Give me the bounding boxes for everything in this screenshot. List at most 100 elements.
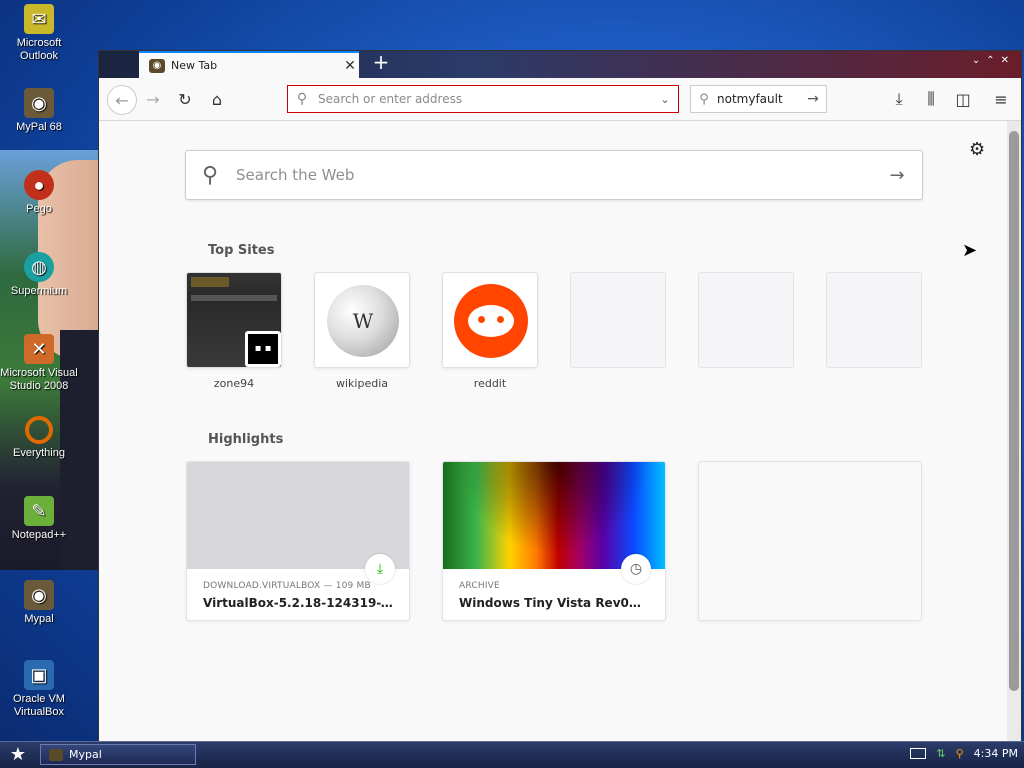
highlight-card-virtualbox[interactable]: ⤓ DOWNLOAD.VIRTUALBOX — 109 MB VirtualBo… [186,461,410,621]
back-button[interactable]: ← [107,85,137,115]
desktop-icon-mypal68[interactable]: ◉ MyPal 68 [0,88,78,134]
empty-tile [570,272,666,368]
menu-button[interactable]: ≡ [989,87,1013,111]
forward-button[interactable]: → [141,87,165,111]
desktop-icon-notepadpp[interactable]: ✎ Notepad++ [0,496,78,542]
desktop-icon-everything[interactable]: Everything [0,416,78,460]
desktop-icon-virtualbox[interactable]: ▣ Oracle VM VirtualBox [0,660,78,719]
home-button[interactable]: ⌂ [205,87,229,111]
mouse-cursor-icon: ➤ [962,240,978,261]
virtualbox-icon: ▣ [24,660,54,690]
tab-new-tab[interactable]: ◉ New Tab ✕ [139,51,359,78]
top-site-empty [826,272,922,368]
close-window-icon[interactable]: ✕ [1001,55,1015,66]
top-site-zone94[interactable]: ▪ ▪ zone94 [186,272,282,390]
top-site-reddit[interactable]: reddit [442,272,538,390]
desktop-icon-label: Oracle VM VirtualBox [13,693,65,718]
desktop-icon-label: Pego [26,203,52,215]
top-site-label: reddit [473,377,507,390]
taskbar-button-mypal[interactable]: Mypal [40,744,196,765]
search-bar[interactable]: ⚲ notmyfault → [690,85,827,113]
card-title: Windows Tiny Vista Rev02 : eXP... [459,596,649,610]
card-context: ARCHIVE [459,581,500,591]
close-tab-icon[interactable]: ✕ [341,58,359,74]
mypal-icon: ◉ [24,580,54,610]
highlights-title: Highlights [208,432,284,447]
downloads-button[interactable]: ⤓ [887,87,911,111]
scrollbar-thumb[interactable] [1009,131,1019,691]
url-input[interactable] [316,91,652,107]
desktop-icon-outlook[interactable]: ✉ Microsoft Outlook [0,4,78,63]
mypal-icon [49,748,63,761]
supermium-icon: ◍ [24,252,54,282]
desktop-icon-label: Mypal [24,613,54,625]
mypal-icon: ◉ [24,88,54,118]
desktop-icon-mypal[interactable]: ◉ Mypal [0,580,78,626]
desktop-icon-supermium[interactable]: ◍ Supermium [0,252,78,298]
desktop-icon-label: Supermium [10,285,68,297]
reddit-logo-icon [454,284,528,358]
network-icon[interactable]: ⇅ [936,747,945,760]
chevron-down-icon[interactable]: ⌄ [652,93,678,106]
web-search-box: ⚲ → [185,150,923,200]
desktop-icon-visual-studio[interactable]: ✕ Microsoft Visual Studio 2008 [0,334,78,393]
window-controls[interactable]: ⌄⌃✕ [972,55,1015,66]
download-icon: ⤓ [365,554,395,584]
search-bar-value: notmyfault [717,92,783,106]
browser-window: ◉ New Tab ✕ + ⌄⌃✕ ← → ↻ ⌂ ⚲ ⌄ ⚲ notmyfau… [98,50,1022,742]
clock[interactable]: 4:34 PM [974,747,1018,760]
highlight-card-empty [698,461,922,621]
search-icon: ⚲ [296,91,308,107]
web-search-input[interactable] [234,165,872,185]
start-button[interactable]: ★ [6,744,30,766]
top-site-empty [570,272,666,368]
tab-strip: ◉ New Tab ✕ + ⌄⌃✕ [99,51,1021,78]
top-site-label: wikipedia [335,377,388,390]
nav-toolbar: ← → ↻ ⌂ ⚲ ⌄ ⚲ notmyfault → ⤓ ⫼ ◫ ≡ [99,78,1021,121]
taskbar-button-label: Mypal [69,748,102,761]
tab-title: New Tab [171,59,218,72]
top-site-tile[interactable]: W [314,272,410,368]
desktop-icon-label: Microsoft Outlook [16,37,62,62]
zone94-logo-icon: ▪ ▪ [245,331,281,367]
top-site-label: zone94 [213,377,255,390]
clock-icon: ◷ [621,554,651,584]
everything-icon [25,416,53,444]
maximize-icon[interactable]: ⌃ [986,55,1000,66]
gear-icon[interactable]: ⚙ [969,139,985,160]
desktop-icon-label: Notepad++ [11,529,67,541]
top-site-empty [698,272,794,368]
url-bar: ⚲ ⌄ [287,85,679,113]
search-icon: ⚲ [699,91,709,107]
card-thumbnail [443,462,665,569]
arrow-right-icon[interactable]: → [800,91,826,107]
top-site-tile[interactable]: ▪ ▪ [186,272,282,368]
top-sites-title: Top Sites [208,243,275,258]
card-thumbnail [187,462,409,569]
card-title: VirtualBox-5.2.18-124319-Win.... [203,596,393,610]
top-site-wikipedia[interactable]: W wikipedia [314,272,410,390]
desktop-icon-label: Everything [13,447,65,459]
library-button[interactable]: ⫼ [919,87,943,111]
notepadpp-icon: ✎ [24,496,54,526]
taskbar: ★ Mypal ⇅ ⚲ 4:34 PM [0,741,1024,768]
minimize-icon[interactable]: ⌄ [972,55,986,66]
highlight-card-tiny-vista[interactable]: ◷ ARCHIVE Windows Tiny Vista Rev02 : eXP… [442,461,666,621]
empty-tile [826,272,922,368]
visual-studio-icon: ✕ [24,334,54,364]
mypal-favicon-icon: ◉ [149,58,165,73]
search-icon: ⚲ [201,162,219,188]
reload-button[interactable]: ↻ [173,87,197,111]
top-site-tile[interactable] [442,272,538,368]
search-tray-icon[interactable]: ⚲ [956,747,964,760]
pego-icon: ● [24,170,54,200]
outlook-icon: ✉ [24,4,54,34]
desktop-icon-pego[interactable]: ● Pego [0,170,78,216]
arrow-right-icon[interactable]: → [872,165,922,186]
new-tab-button[interactable]: + [369,51,393,75]
keyboard-icon[interactable] [910,748,927,759]
wikipedia-globe-icon: W [327,285,399,357]
new-tab-page: ⚙ ⚲ → Top Sites ▪ ▪ zone94 W wikipedia r… [99,121,1007,741]
sidebar-button[interactable]: ◫ [951,87,975,111]
card-context: DOWNLOAD.VIRTUALBOX — 109 MB [203,581,371,591]
